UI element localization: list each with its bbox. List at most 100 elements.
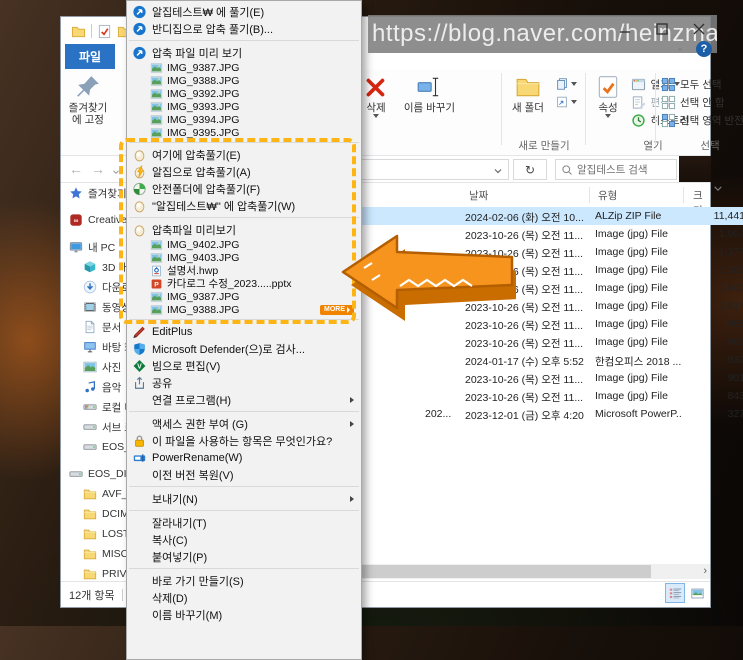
- column-header-type[interactable]: 유형: [598, 188, 617, 203]
- select-none-button[interactable]: 선택 안 함: [661, 93, 743, 111]
- jpg-icon: [150, 101, 163, 113]
- new-folder-button[interactable]: 새 폴더: [505, 71, 551, 114]
- table-row[interactable]: 2023-10-26 (목) 오전 11... Image (jpg) File 9…: [361, 369, 743, 387]
- properties-button[interactable]: 속성: [589, 71, 627, 118]
- menu-item-label: 이전 버전 복원(V): [152, 469, 234, 482]
- horizontal-scrollbar[interactable]: ›: [361, 564, 710, 579]
- disk-icon: [83, 440, 97, 454]
- forward-icon[interactable]: →: [91, 161, 105, 177]
- none-icon: [132, 417, 147, 431]
- help-button[interactable]: ?: [696, 41, 712, 57]
- delete-menu-icon[interactable]: [373, 114, 379, 118]
- menu-item-label: 알집테스트₩ 에 풀기(E): [152, 6, 265, 19]
- menu-separator: [129, 40, 359, 41]
- invert-selection-label: 선택 영역 반전: [680, 114, 743, 127]
- select-all-button[interactable]: 모두 선택: [661, 75, 743, 93]
- menu-item[interactable]: 반디집으로 압축 풀기(B)...: [127, 20, 361, 37]
- cell-date: 2023-10-26 (목) 오전 11...: [465, 374, 584, 386]
- menu-item[interactable]: 압축 파일 미리 보기: [127, 44, 361, 61]
- select-all-label: 모두 선택: [680, 78, 722, 91]
- menu-item[interactable]: 복사(C): [127, 531, 361, 548]
- folder-icon[interactable]: [71, 24, 86, 39]
- column-header-date[interactable]: 날짜: [469, 188, 488, 203]
- bandizip-icon: [132, 46, 147, 60]
- thumbnail-view-button[interactable]: [687, 583, 707, 603]
- bandizip-icon: [132, 5, 147, 19]
- properties-menu-icon[interactable]: [605, 114, 611, 118]
- desktop-icon: [83, 340, 97, 354]
- cell-size: 901KB: [727, 372, 743, 384]
- cell-size: 1,954KB: [718, 228, 743, 240]
- table-row[interactable]: 2024-02-06 (화) 오전 10... ALZip ZIP File 11,…: [361, 207, 743, 225]
- menu-item[interactable]: PowerRename(W): [127, 449, 361, 466]
- menu-item[interactable]: 공유: [127, 374, 361, 391]
- refresh-button[interactable]: ↻: [513, 159, 547, 180]
- menu-item[interactable]: V 빔으로 편집(V): [127, 357, 361, 374]
- back-icon[interactable]: ←: [69, 161, 83, 177]
- cell-date: 2023-10-26 (목) 오전 11...: [465, 338, 584, 350]
- refresh-icon: ↻: [524, 162, 536, 177]
- maximize-button[interactable]: [653, 20, 671, 38]
- menu-item[interactable]: IMG_9388.JPG: [127, 74, 361, 87]
- new-item-button[interactable]: [555, 77, 578, 91]
- menu-item[interactable]: 이 파일을 사용하는 항목은 무엇인가요?: [127, 432, 361, 449]
- menu-item-label: IMG_9395.JPG: [167, 126, 240, 139]
- address-dropdown-icon[interactable]: [492, 164, 504, 176]
- menu-item[interactable]: 붙여넣기(P): [127, 548, 361, 565]
- group-label-select: 선택: [700, 140, 720, 152]
- menu-item[interactable]: EditPlus: [127, 323, 361, 340]
- minimize-button[interactable]: [616, 20, 634, 38]
- close-button[interactable]: [690, 20, 708, 38]
- menu-item[interactable]: 바로 가기 만들기(S): [127, 572, 361, 589]
- cell-size: 1,377KB: [718, 246, 743, 258]
- folder-icon: [83, 567, 97, 581]
- search-input[interactable]: 알집테스트 검색: [555, 159, 677, 180]
- minimize-ribbon-icon[interactable]: ^: [678, 46, 682, 56]
- menu-item-label: IMG_9394.JPG: [167, 113, 240, 126]
- menu-separator: [129, 486, 359, 487]
- jpg-icon: [150, 62, 163, 74]
- cell-date: 2024-01-17 (수) 오후 5:52: [465, 356, 584, 368]
- menu-item[interactable]: 알집테스트₩ 에 풀기(E): [127, 3, 361, 20]
- download-icon: [83, 280, 97, 294]
- details-view-button[interactable]: [665, 583, 685, 603]
- menu-item[interactable]: 액세스 권한 부여 (G): [127, 415, 361, 432]
- divider: [585, 73, 586, 145]
- rename-button[interactable]: 이름 바꾸기: [403, 71, 455, 114]
- table-row[interactable]: 2024-01-17 (수) 오후 5:52한컴오피스 2018 ...932K…: [361, 351, 743, 369]
- properties-check-icon[interactable]: [97, 24, 112, 39]
- scrollbar-thumb[interactable]: [361, 565, 651, 578]
- cell-size: 1,049KB: [718, 282, 743, 294]
- table-row[interactable]: 2023-10-26 (목) 오전 11... Image (jpg) File 9…: [361, 333, 743, 351]
- menu-item[interactable]: IMG_9387.JPG: [127, 61, 361, 74]
- scroll-right-icon[interactable]: ›: [703, 565, 707, 577]
- table-row[interactable]: 2023-10-26 (목) 오전 11... Image (jpg) File 8…: [361, 387, 743, 405]
- menu-item[interactable]: 보내기(N): [127, 490, 361, 507]
- none-icon: [132, 550, 147, 564]
- menu-item[interactable]: 삭제(D): [127, 589, 361, 606]
- menu-item[interactable]: IMG_9392.JPG: [127, 87, 361, 100]
- disk-icon: [83, 420, 97, 434]
- menu-separator: [129, 510, 359, 511]
- column-headers: 날짜 유형 크기 태그: [361, 185, 722, 217]
- menu-item[interactable]: Microsoft Defender(으)로 검사...: [127, 340, 361, 357]
- tab-file[interactable]: 파일: [65, 44, 116, 69]
- none-icon: [132, 468, 147, 482]
- pin-to-quickaccess-button[interactable]: 즐겨찾기에 고정: [65, 71, 111, 126]
- menu-item[interactable]: 잘라내기(T): [127, 514, 361, 531]
- easy-access-icon: [555, 95, 569, 109]
- sidebar-item-label: DCIM: [102, 508, 129, 520]
- menu-item[interactable]: 연결 프로그램(H): [127, 391, 361, 408]
- pc-icon: [69, 240, 83, 254]
- invert-selection-button[interactable]: 선택 영역 반전: [661, 111, 743, 129]
- menu-item[interactable]: 이전 버전 복원(V): [127, 466, 361, 483]
- easy-access-button[interactable]: [555, 95, 578, 109]
- folder-icon: [83, 487, 97, 501]
- menu-item-label: IMG_9393.JPG: [167, 100, 240, 113]
- menu-item-label: 이름 바꾸기(M): [152, 609, 223, 622]
- cell-date: 2023-12-01 (금) 오후 4:20: [465, 410, 584, 422]
- table-row[interactable]: 202... 2023-12-01 (금) 오후 4:20 Microsoft Po…: [361, 405, 743, 423]
- menu-item[interactable]: 이름 바꾸기(M): [127, 606, 361, 623]
- menu-item[interactable]: IMG_9393.JPG: [127, 100, 361, 113]
- menu-item[interactable]: IMG_9394.JPG: [127, 113, 361, 126]
